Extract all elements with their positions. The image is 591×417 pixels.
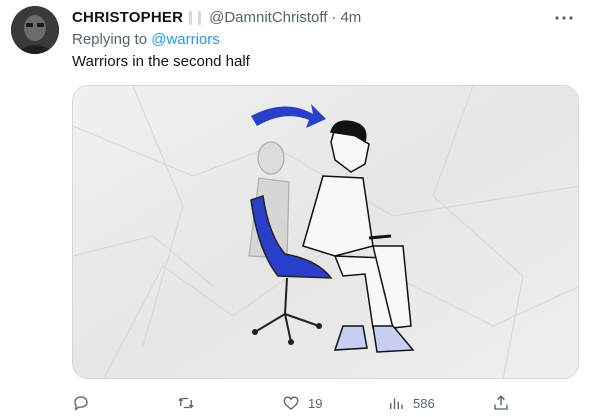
replying-to-link[interactable]: @warriors [151,31,220,48]
avatar-image [11,6,59,54]
like-count: 19 [308,395,323,411]
share-button[interactable] [492,394,512,412]
views-button[interactable]: 586 [387,394,467,412]
cartoon-man-sliding-down-in-blue-chair-illustration [73,86,578,378]
views-count: 586 [413,395,435,411]
views-bar-chart-icon [390,398,403,409]
tweet-actions: 19 586 [72,392,512,414]
share-icon [494,395,508,410]
tweet-text: Warriors in the second half [72,53,250,70]
replying-prefix: Replying to [72,31,152,48]
name-emoji-icons [189,11,202,25]
retweet-button[interactable] [177,394,257,412]
heart-icon [283,396,299,410]
user-handle[interactable]: @DamnitChristoff [209,9,327,27]
display-name[interactable]: CHRISTOPHER [72,9,183,27]
retweet-icon [178,397,194,409]
tweet-header: CHRISTOPHER @DamnitChristoff · 4m [72,9,361,27]
more-options-icon[interactable] [553,10,575,26]
reply-icon [74,396,88,411]
separator-dot: · [331,9,337,26]
replying-to: Replying to @warriors [72,31,220,48]
timestamp[interactable]: 4m [340,9,361,27]
like-button[interactable]: 19 [282,394,362,412]
reply-button[interactable] [72,394,152,412]
tweet-image[interactable] [72,85,579,379]
avatar[interactable] [11,6,59,54]
